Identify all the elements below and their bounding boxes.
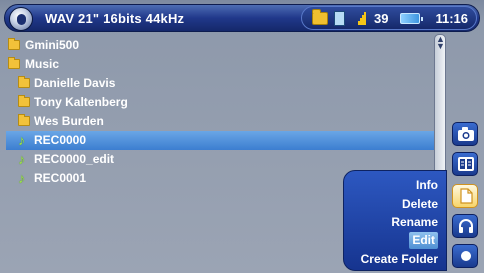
list-item-label: Music (25, 57, 60, 71)
list-item-wes-burden[interactable]: Wes Burden (6, 112, 438, 131)
list-item-label: REC0000_edit (34, 152, 115, 166)
folder-status-icon (312, 9, 328, 25)
menu-item-create-folder[interactable]: Create Folder (361, 251, 438, 268)
list-item-danielle-davis[interactable]: Danielle Davis (6, 74, 438, 93)
list-item-label: Wes Burden (34, 114, 104, 128)
folder-icon (8, 38, 20, 50)
menu-item-info[interactable]: Info (416, 177, 438, 194)
list-item-gmini500[interactable]: Gmini500 (6, 36, 438, 55)
list-item-music[interactable]: Music (6, 55, 438, 74)
list-item-rec0000[interactable]: ♪ REC0000 (6, 131, 438, 150)
menu-item-rename[interactable]: Rename (391, 214, 438, 231)
file-format-info: WAV 21" 16bits 44kHz (45, 11, 185, 26)
document-button[interactable] (452, 184, 478, 208)
list-item-label: Gmini500 (25, 38, 80, 52)
list-item-tony-kaltenberg[interactable]: Tony Kaltenberg (6, 93, 438, 112)
screen: WAV 21" 16bits 44kHz 39 11:16 Gmini500 M… (0, 0, 484, 273)
folder-icon (18, 114, 30, 126)
top-status-bar: WAV 21" 16bits 44kHz 39 11:16 (4, 4, 480, 32)
record-icon (461, 251, 471, 261)
audio-file-icon: ♪ (18, 151, 25, 167)
camera-icon (458, 127, 474, 141)
clock: 11:16 (435, 11, 468, 26)
status-area: 39 11:16 (301, 6, 477, 30)
speaker-icon (358, 12, 366, 25)
record-button[interactable] (452, 244, 478, 268)
battery-icon (400, 13, 423, 24)
volume-level: 39 (374, 11, 389, 26)
browser-button[interactable] (452, 152, 478, 176)
list-item-label: REC0000 (34, 133, 87, 147)
list-item-rec0000-edit[interactable]: ♪ REC0000_edit (6, 150, 438, 169)
app-logo-icon[interactable] (9, 7, 33, 31)
audio-file-icon: ♪ (18, 132, 25, 148)
menu-item-edit[interactable]: Edit (409, 232, 438, 249)
scroll-up-icon[interactable]: ▲ ▼ (436, 35, 445, 51)
browser-icon (458, 157, 474, 171)
document-status-icon (334, 11, 345, 26)
folder-icon (18, 95, 30, 107)
headphones-icon (459, 219, 473, 233)
file-browser-list: Gmini500 Music Danielle Davis Tony Kalte… (6, 36, 438, 188)
folder-icon (8, 57, 20, 69)
menu-item-delete[interactable]: Delete (402, 196, 438, 213)
headphones-button[interactable] (452, 214, 478, 238)
folder-icon (18, 76, 30, 88)
document-icon (460, 188, 473, 204)
context-menu: Info Delete Rename Edit Create Folder (343, 170, 447, 271)
camera-button[interactable] (452, 122, 478, 146)
audio-file-icon: ♪ (18, 170, 25, 186)
list-item-label: Danielle Davis (34, 76, 116, 90)
list-item-label: REC0001 (34, 171, 87, 185)
list-item-label: Tony Kaltenberg (34, 95, 128, 109)
